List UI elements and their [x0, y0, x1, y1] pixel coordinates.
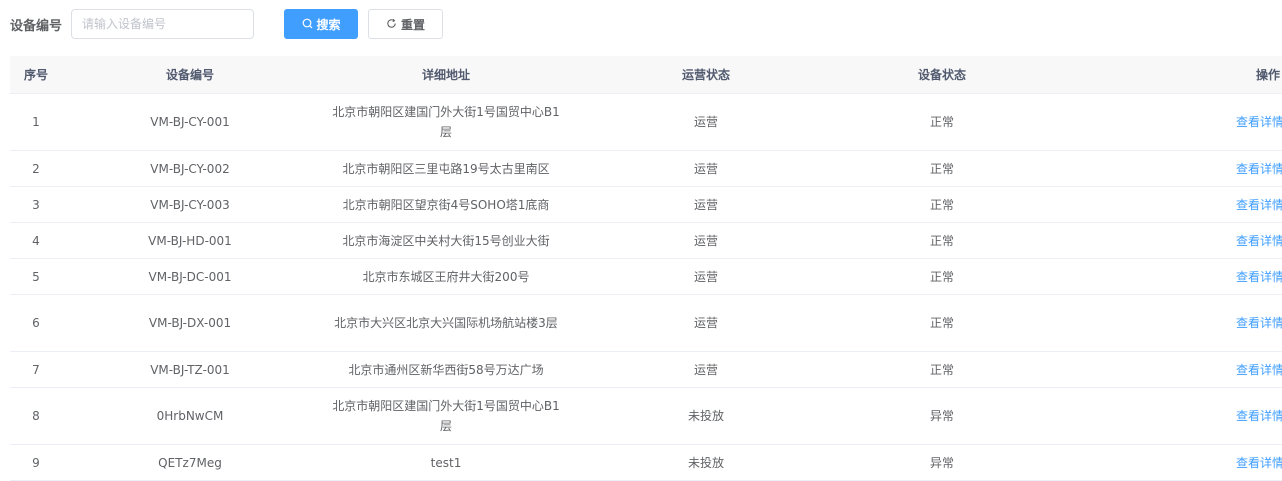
cell-address: 北京市朝阳区建国门外大街1号国贸中心B1层 — [318, 396, 574, 436]
column-header-action: 操作 — [1255, 68, 1280, 82]
table-row: 2 VM-BJ-CY-002 北京市朝阳区三里屯路19号太古里南区 运营 正常 … — [10, 151, 1282, 187]
cell-dev-status: 正常 — [929, 362, 954, 377]
address-text: 北京市通州区新华西街58号万达广场 — [348, 362, 544, 377]
cell-dev-status: 正常 — [929, 115, 954, 129]
address-text: 北京市朝阳区建国门外大街1号国贸中心B1层 — [332, 399, 560, 433]
search-bar: 设备编号 搜索 重置 — [0, 9, 444, 39]
cell-code: VM-BJ-HD-001 — [148, 233, 232, 248]
cell-action: 查看详情 — [1046, 267, 1282, 287]
cell-seq: 4 — [32, 233, 40, 248]
column-header-seq: 序号 — [23, 68, 48, 82]
table-row: 6 VM-BJ-DX-001 北京市大兴区北京大兴国际机场航站楼3层 运营 正常… — [10, 295, 1282, 352]
table-row: 8 0HrbNwCM 北京市朝阳区建国门外大街1号国贸中心B1层 未投放 异常 … — [10, 388, 1282, 445]
search-button-label: 搜索 — [316, 17, 341, 32]
cell-code: VM-BJ-CY-001 — [150, 115, 230, 129]
cell-code: VM-BJ-TZ-001 — [150, 362, 230, 377]
cell-code: VM-BJ-CY-002 — [150, 161, 230, 176]
cell-dev-status: 正常 — [929, 197, 954, 212]
cell-action: 查看详情 — [1046, 231, 1282, 251]
table-row: 7 VM-BJ-TZ-001 北京市通州区新华西街58号万达广场 运营 正常 查… — [10, 352, 1282, 388]
device-list-page: 设备编号 搜索 重置 序号 设备编号 详细地址 运营状态 设备状态 操作 1 V… — [0, 0, 1282, 481]
table-row: 1 VM-BJ-CY-001 北京市朝阳区建国门外大街1号国贸中心B1层 运营 … — [10, 94, 1282, 151]
cell-op-status: 运营 — [693, 269, 718, 284]
device-code-input[interactable] — [71, 9, 255, 39]
search-icon — [302, 18, 313, 31]
cell-action: 查看详情 — [1046, 313, 1282, 333]
cell-dev-status: 正常 — [929, 233, 954, 248]
cell-seq: 1 — [32, 115, 40, 129]
cell-action: 查看详情 — [1046, 360, 1282, 380]
device-table: 序号 设备编号 详细地址 运营状态 设备状态 操作 1 VM-BJ-CY-001… — [10, 56, 1282, 481]
view-details-link[interactable]: 查看详情 — [1236, 363, 1282, 377]
cell-address: 北京市朝阳区建国门外大街1号国贸中心B1层 — [318, 102, 574, 142]
reset-button[interactable]: 重置 — [368, 9, 444, 39]
cell-seq: 9 — [32, 455, 40, 470]
address-text: 北京市朝阳区建国门外大街1号国贸中心B1层 — [332, 105, 560, 139]
cell-seq: 8 — [32, 409, 40, 423]
cell-address: test1 — [318, 453, 574, 473]
cell-code: QETz7Meg — [158, 455, 222, 470]
address-text: 北京市海淀区中关村大街15号创业大街 — [342, 233, 550, 248]
table-row: 9 QETz7Meg test1 未投放 异常 查看详情 — [10, 445, 1282, 481]
cell-address: 北京市朝阳区三里屯路19号太古里南区 — [318, 159, 574, 179]
cell-dev-status: 异常 — [929, 455, 954, 470]
reset-button-label: 重置 — [401, 17, 426, 32]
cell-seq: 2 — [32, 161, 40, 176]
cell-op-status: 运营 — [693, 161, 718, 176]
cell-action: 查看详情 — [1046, 453, 1282, 473]
cell-op-status: 运营 — [693, 316, 718, 330]
table-row: 4 VM-BJ-HD-001 北京市海淀区中关村大街15号创业大街 运营 正常 … — [10, 223, 1282, 259]
cell-code: VM-BJ-CY-003 — [150, 197, 230, 212]
search-label: 设备编号 — [10, 18, 63, 34]
address-text: 北京市朝阳区望京街4号SOHO塔1底商 — [342, 197, 550, 212]
cell-seq: 5 — [32, 269, 40, 284]
cell-dev-status: 正常 — [929, 269, 954, 284]
cell-code: VM-BJ-DX-001 — [148, 316, 232, 330]
table-row: 3 VM-BJ-CY-003 北京市朝阳区望京街4号SOHO塔1底商 运营 正常… — [10, 187, 1282, 223]
view-details-link[interactable]: 查看详情 — [1236, 234, 1282, 248]
column-header-address: 详细地址 — [421, 68, 470, 82]
table-row: 5 VM-BJ-DC-001 北京市东城区王府井大街200号 运营 正常 查看详… — [10, 259, 1282, 295]
column-header-op-status: 运营状态 — [681, 68, 730, 82]
view-details-link[interactable]: 查看详情 — [1236, 409, 1282, 423]
view-details-link[interactable]: 查看详情 — [1236, 456, 1282, 470]
cell-action: 查看详情 — [1046, 195, 1282, 215]
cell-code: VM-BJ-DC-001 — [148, 269, 232, 284]
view-details-link[interactable]: 查看详情 — [1236, 115, 1282, 129]
column-header-dev-status: 设备状态 — [917, 68, 966, 82]
cell-op-status: 运营 — [693, 233, 718, 248]
cell-op-status: 运营 — [693, 115, 718, 129]
cell-action: 查看详情 — [1046, 159, 1282, 179]
view-details-link[interactable]: 查看详情 — [1236, 316, 1282, 330]
cell-op-status: 未投放 — [687, 409, 724, 423]
table-header: 序号 设备编号 详细地址 运营状态 设备状态 操作 — [10, 56, 1282, 94]
cell-address: 北京市海淀区中关村大街15号创业大街 — [318, 231, 574, 251]
refresh-icon — [386, 18, 397, 31]
cell-dev-status: 正常 — [929, 316, 954, 330]
cell-action: 查看详情 — [1046, 406, 1282, 426]
column-header-code: 设备编号 — [165, 68, 214, 82]
cell-action: 查看详情 — [1046, 112, 1282, 132]
address-text: 北京市大兴区北京大兴国际机场航站楼3层 — [334, 316, 558, 330]
cell-address: 北京市大兴区北京大兴国际机场航站楼3层 — [318, 313, 574, 333]
view-details-link[interactable]: 查看详情 — [1236, 270, 1282, 284]
cell-op-status: 运营 — [693, 197, 718, 212]
view-details-link[interactable]: 查看详情 — [1236, 162, 1282, 176]
cell-seq: 6 — [32, 316, 40, 330]
cell-op-status: 未投放 — [687, 455, 724, 470]
cell-address: 北京市东城区王府井大街200号 — [318, 267, 574, 287]
address-text: test1 — [430, 455, 462, 470]
cell-seq: 3 — [32, 197, 40, 212]
cell-dev-status: 正常 — [929, 161, 954, 176]
cell-address: 北京市朝阳区望京街4号SOHO塔1底商 — [318, 195, 574, 215]
address-text: 北京市朝阳区三里屯路19号太古里南区 — [342, 161, 550, 176]
address-text: 北京市东城区王府井大街200号 — [362, 269, 530, 284]
cell-op-status: 运营 — [693, 362, 718, 377]
cell-dev-status: 异常 — [929, 409, 954, 423]
cell-seq: 7 — [32, 362, 40, 377]
search-button[interactable]: 搜索 — [284, 9, 359, 39]
cell-code: 0HrbNwCM — [156, 409, 224, 423]
view-details-link[interactable]: 查看详情 — [1236, 198, 1282, 212]
cell-address: 北京市通州区新华西街58号万达广场 — [318, 360, 574, 380]
